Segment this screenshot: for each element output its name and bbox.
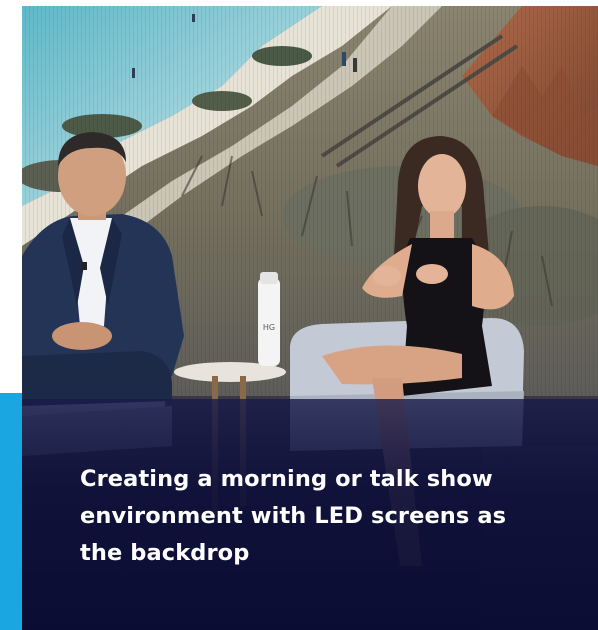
caption-title: Creating a morning or talk show environm… — [80, 466, 507, 566]
caption-overlay: Creating a morning or talk show environm… — [22, 399, 598, 630]
bottle-label: HG — [263, 323, 275, 332]
image-card[interactable]: HG Creating a morning or talk show envir… — [0, 0, 598, 630]
water-bottle: HG — [258, 272, 280, 366]
accent-bar — [0, 393, 22, 630]
